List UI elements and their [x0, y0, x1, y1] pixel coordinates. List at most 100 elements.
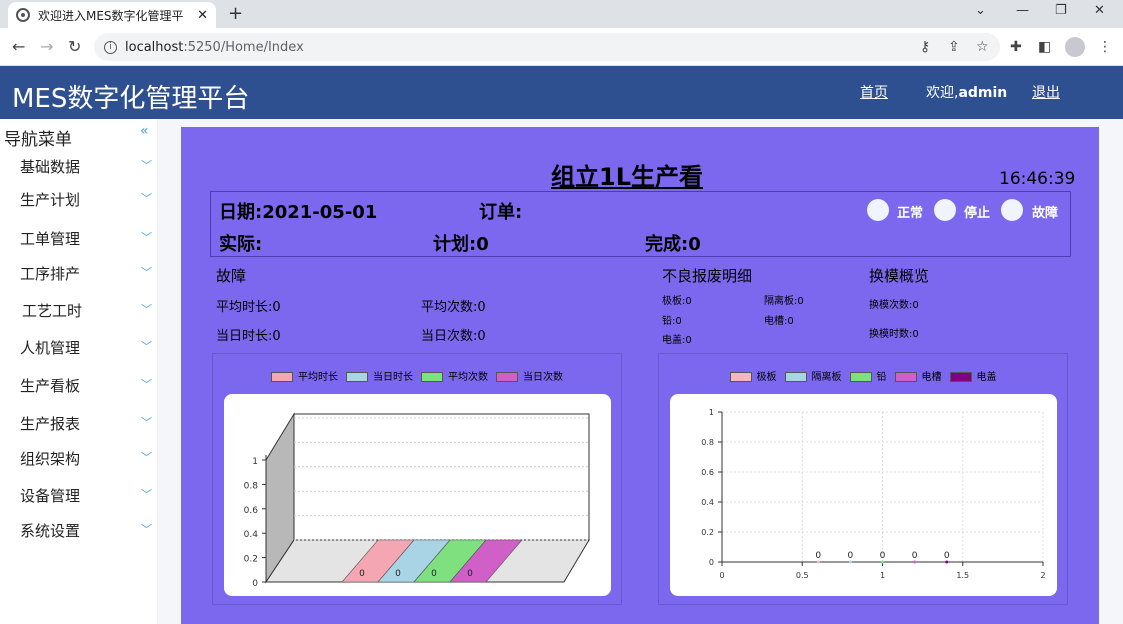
legend-swatch	[271, 372, 293, 382]
y-tick-label: 0	[252, 579, 258, 589]
board-title: 组立1L生产看	[551, 163, 703, 191]
fault-chart-plot: 0 0.2 0.4 0.6 0.8 1 0 0 0 0	[224, 394, 611, 596]
sidebar-item-label: 设备管理	[20, 487, 81, 505]
sidebar-item-label: 生产计划	[20, 191, 81, 209]
stop-status-icon	[934, 199, 956, 221]
board-info-box: 日期:2021-05-01 订单: 实际: 计划:0 完成:0 正常 停止 故障	[210, 191, 1071, 257]
sidebar-item-label: 工艺工时	[22, 302, 83, 320]
chevron-down-icon: ﹀	[141, 378, 152, 391]
normal-status-label: 正常	[897, 206, 924, 221]
legend-label: 平均次数	[448, 372, 488, 383]
home-link[interactable]: 首页	[860, 82, 888, 102]
legend-label: 隔离板	[811, 372, 842, 383]
y-tick-label: 0.6	[701, 468, 714, 477]
fault-status-icon	[1001, 199, 1023, 221]
minimize-button[interactable]: —	[1016, 3, 1029, 18]
x-tick-label: 2	[1040, 571, 1045, 580]
mold-count: 换模次数:0	[869, 300, 919, 311]
browser-tab[interactable]: 欢迎进入MES数字化管理平 ✕	[8, 2, 216, 28]
defect-chart-panel: 极板 隔离板铅电槽 电盖 0 0.2 0.4 0.6 0.8 1 0 0.5 1 1.5 2 0 0 0 0 0	[658, 353, 1068, 605]
sidebar-item-man-machine[interactable]: 人机管理 ﹀	[0, 335, 158, 359]
menu-icon[interactable]: ⋮	[1098, 39, 1112, 55]
app-title: MES数字化管理平台	[12, 84, 250, 114]
sidebar-item-production-report[interactable]: 生产报表 ﹀	[0, 411, 158, 435]
x-tick-label: 0.5	[796, 571, 809, 580]
legend-item[interactable]: 极板	[729, 368, 777, 383]
chevron-down-icon: ﹀	[141, 488, 152, 501]
y-tick-label: 0.8	[244, 481, 259, 491]
info-icon[interactable]: i	[104, 40, 117, 54]
fault-heading: 故障	[216, 267, 247, 285]
sidebar-item-process-time[interactable]: 工艺工时 ﹀	[0, 298, 158, 322]
sidebar-item-basic-data[interactable]: 基础数据 ﹀	[0, 154, 158, 178]
point-value-label: 0	[880, 551, 886, 561]
sidebar-item-label: 工序排产	[20, 265, 81, 283]
point-value-label: 0	[848, 551, 854, 561]
logout-link[interactable]: 退出	[1032, 82, 1060, 102]
legend-item[interactable]: 电盖	[949, 368, 997, 383]
sidebar-item-label: 组织架构	[20, 450, 81, 468]
sidebar-item-label: 生产报表	[20, 415, 81, 433]
extensions-icon[interactable]: ✚	[1010, 39, 1022, 55]
bar-value-label: 0	[467, 569, 473, 579]
sidebar-item-organization[interactable]: 组织架构 ﹀	[0, 446, 158, 470]
date-text: 日期:2021-05-01	[219, 202, 378, 223]
reload-icon[interactable]: ↻	[68, 37, 81, 56]
sidebar-item-scheduling[interactable]: 工序排产 ﹀	[0, 261, 158, 285]
legend-swatch	[421, 372, 443, 382]
sidebar-item-work-order[interactable]: 工单管理 ﹀	[0, 226, 158, 250]
star-icon[interactable]: ☆	[976, 39, 989, 55]
sidebar-item-production-plan[interactable]: 生产计划 ﹀	[0, 187, 158, 211]
defect-chart-legend: 极板 隔离板 铅 电槽 电盖	[659, 368, 1067, 383]
legend-item[interactable]: 当日时长	[346, 368, 413, 383]
tab-close-icon[interactable]: ✕	[197, 8, 208, 23]
y-tick-label: 0.4	[701, 498, 714, 507]
sidebar-heading: 导航菜单	[4, 130, 72, 150]
sidebar-item-label: 基础数据	[20, 158, 81, 176]
legend-item[interactable]: 电槽	[894, 368, 942, 383]
close-window-button[interactable]: ✕	[1094, 3, 1105, 18]
chevron-down-icon: ﹀	[141, 266, 152, 279]
new-tab-button[interactable]: +	[228, 3, 243, 24]
defect-chart-svg: 00.20.40.60.810 0.5 1 1.5 20 0 0 0 0	[701, 408, 1045, 580]
address-bar[interactable]: i localhost:5250/Home/Index	[94, 33, 1000, 61]
legend-item[interactable]: 平均时长	[271, 368, 338, 383]
legend-item[interactable]: 隔离板	[784, 368, 842, 383]
fault-chart-svg: 0 0.2 0.4 0.6 0.8 1 0 0 0 0	[244, 412, 590, 589]
chart-back-wall	[293, 413, 590, 541]
sidebar-item-equipment[interactable]: 设备管理 ﹀	[0, 483, 158, 507]
key-icon[interactable]: ⚷	[920, 39, 930, 55]
legend-item[interactable]: 当日次数	[496, 368, 563, 383]
collapse-sidebar-icon[interactable]: «	[140, 123, 149, 139]
sidebar-item-production-board[interactable]: 生产看板 ﹀	[0, 373, 158, 397]
fault-avg-count: 平均次数:0	[421, 300, 486, 315]
x-tick-label: 1	[880, 571, 885, 580]
production-board: 组立1L生产看 16:46:39 日期:2021-05-01 订单: 实际: 计…	[181, 127, 1099, 624]
profile-avatar[interactable]	[1065, 37, 1085, 57]
sidebar-item-system-settings[interactable]: 系统设置 ﹀	[0, 518, 158, 542]
legend-swatch	[784, 372, 807, 382]
legend-item[interactable]: 铅	[849, 368, 887, 383]
sidebar-item-label: 生产看板	[20, 377, 81, 395]
forward-icon[interactable]: →	[40, 37, 53, 56]
sidepanel-icon[interactable]: ◧	[1038, 39, 1051, 55]
y-tick-label: 0.8	[701, 438, 714, 447]
chevron-down-icon: ﹀	[141, 451, 152, 464]
board-clock: 16:46:39	[999, 169, 1076, 189]
tab-search-icon[interactable]: ⌄	[975, 3, 986, 18]
defect-qian: 铅:0	[662, 316, 682, 327]
legend-item[interactable]: 平均次数	[421, 368, 488, 383]
y-tick-label: 0	[709, 558, 714, 567]
defect-chart-plot: 0 0.2 0.4 0.6 0.8 1 0 0.5 1 1.5 2 0 0 0 0 0	[670, 394, 1057, 596]
normal-status-icon	[867, 199, 889, 221]
address-toolbar: ← → ↻ i localhost:5250/Home/Index ⚷ ⇪ ☆ …	[0, 28, 1123, 66]
back-icon[interactable]: ←	[12, 37, 25, 56]
fault-today-count: 当日次数:0	[421, 329, 486, 344]
restore-button[interactable]: ❐	[1055, 3, 1067, 18]
defect-jiban: 极板:0	[662, 296, 692, 307]
browser-tab-strip: 欢迎进入MES数字化管理平 ✕ + ⌄ — ❐ ✕	[0, 0, 1123, 28]
share-icon[interactable]: ⇪	[948, 39, 960, 55]
y-tick-label: 0.4	[244, 530, 259, 540]
defect-heading: 不良报废明细	[662, 267, 753, 285]
mold-heading: 换模概览	[869, 267, 930, 285]
